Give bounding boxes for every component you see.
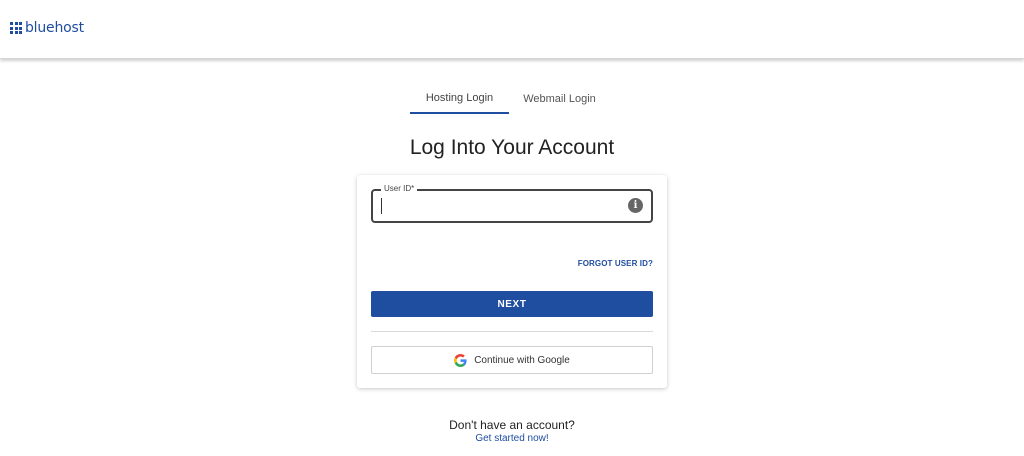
tab-hosting-login[interactable]: Hosting Login bbox=[410, 84, 510, 114]
login-tabs: Hosting Login Webmail Login bbox=[410, 84, 610, 116]
user-id-label: User ID* bbox=[381, 183, 418, 195]
divider bbox=[371, 331, 653, 332]
tab-webmail-login[interactable]: Webmail Login bbox=[509, 84, 610, 114]
get-started-link[interactable]: Get started now! bbox=[0, 433, 1024, 444]
brand-name: bluehost bbox=[25, 20, 84, 36]
bluehost-logo[interactable]: bluehost bbox=[10, 20, 84, 36]
page-title: Log Into Your Account bbox=[409, 136, 615, 159]
user-id-field[interactable]: User ID* i bbox=[371, 183, 653, 223]
forgot-user-id-link[interactable]: FORGOT USER ID? bbox=[578, 259, 653, 268]
top-bar: bluehost bbox=[0, 0, 1024, 59]
grid-icon bbox=[10, 22, 22, 34]
login-card: User ID* i FORGOT USER ID? NEXT Continue… bbox=[357, 175, 667, 388]
info-icon[interactable]: i bbox=[628, 198, 643, 213]
no-account-prompt: Don't have an account? bbox=[449, 418, 575, 432]
google-button-label: Continue with Google bbox=[474, 354, 570, 366]
continue-with-google-button[interactable]: Continue with Google bbox=[371, 346, 653, 374]
google-icon bbox=[454, 353, 467, 367]
next-button[interactable]: NEXT bbox=[371, 291, 653, 317]
user-id-input[interactable] bbox=[381, 198, 611, 214]
